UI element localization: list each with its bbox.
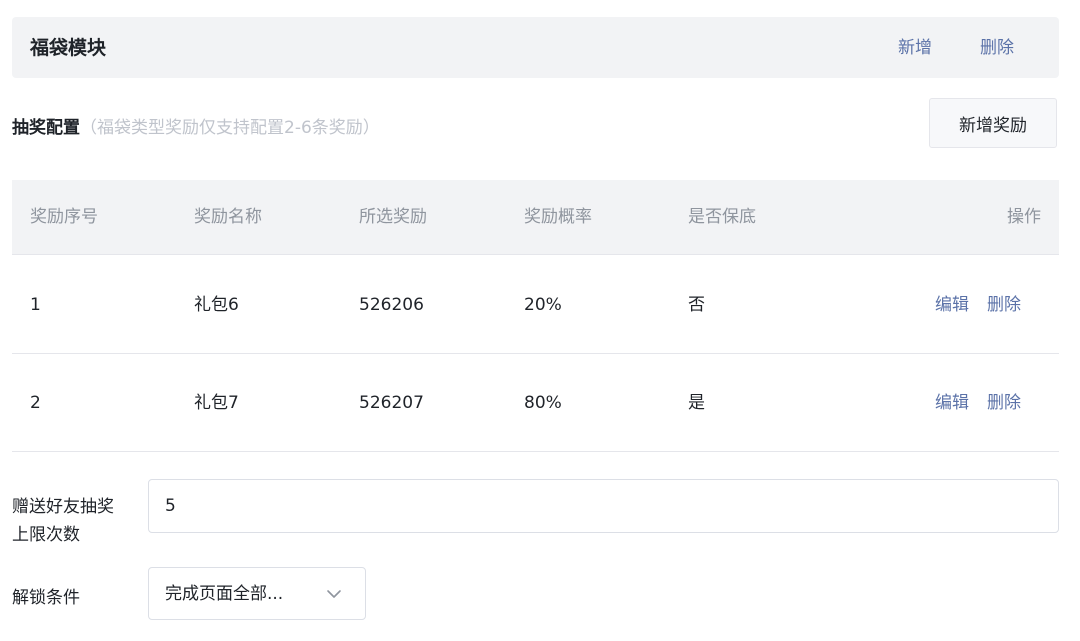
module-title: 福袋模块 [30, 37, 107, 59]
unlock-condition-value: 完成页面全部... [165, 583, 284, 604]
config-title: 抽奖配置（福袋类型奖励仅支持配置2-6条奖励） [12, 116, 380, 140]
config-title-text: 抽奖配置 [12, 118, 80, 138]
edit-link[interactable]: 编辑 [935, 391, 969, 415]
cell-index: 1 [30, 294, 41, 315]
cell-guaranteed: 否 [688, 294, 705, 315]
gift-limit-label: 赠送好友抽奖上限次数 [12, 497, 114, 545]
cell-guaranteed: 是 [688, 392, 705, 413]
cell-name: 礼包6 [194, 294, 239, 315]
header-index: 奖励序号 [30, 207, 98, 227]
module-header: 福袋模块 新增 删除 [12, 17, 1059, 78]
unlock-condition-label: 解锁条件 [12, 588, 80, 608]
cell-reward: 526206 [359, 294, 424, 315]
row-actions: 编辑 删除 [935, 391, 1021, 415]
header-reward: 所选奖励 [359, 207, 427, 227]
cell-index: 2 [30, 392, 41, 413]
module-add-link[interactable]: 新增 [898, 36, 932, 60]
module-delete-link[interactable]: 删除 [980, 36, 1014, 60]
cell-probability: 80% [524, 392, 562, 413]
page-root: 福袋模块 新增 删除 抽奖配置（福袋类型奖励仅支持配置2-6条奖励） 新增奖励 … [0, 0, 1080, 641]
unlock-condition-select[interactable]: 完成页面全部... [148, 567, 366, 620]
header-name: 奖励名称 [194, 207, 262, 227]
add-reward-button[interactable]: 新增奖励 [929, 98, 1057, 148]
cell-name: 礼包7 [194, 392, 239, 413]
table-row: 2 礼包7 526207 80% 是 编辑 删除 [12, 354, 1059, 452]
table-row: 1 礼包6 526206 20% 否 编辑 删除 [12, 256, 1059, 354]
header-probability: 奖励概率 [524, 207, 592, 227]
chevron-down-icon [327, 589, 341, 598]
config-hint: （福袋类型奖励仅支持配置2-6条奖励） [80, 118, 380, 138]
reward-table-header: 奖励序号 奖励名称 所选奖励 奖励概率 是否保底 操作 [12, 180, 1059, 255]
delete-link[interactable]: 删除 [987, 391, 1021, 415]
header-actions: 操作 [1007, 207, 1041, 227]
row-actions: 编辑 删除 [935, 293, 1021, 317]
gift-limit-input[interactable] [148, 479, 1059, 533]
header-guaranteed: 是否保底 [688, 207, 756, 227]
cell-probability: 20% [524, 294, 562, 315]
edit-link[interactable]: 编辑 [935, 293, 969, 317]
delete-link[interactable]: 删除 [987, 293, 1021, 317]
cell-reward: 526207 [359, 392, 424, 413]
